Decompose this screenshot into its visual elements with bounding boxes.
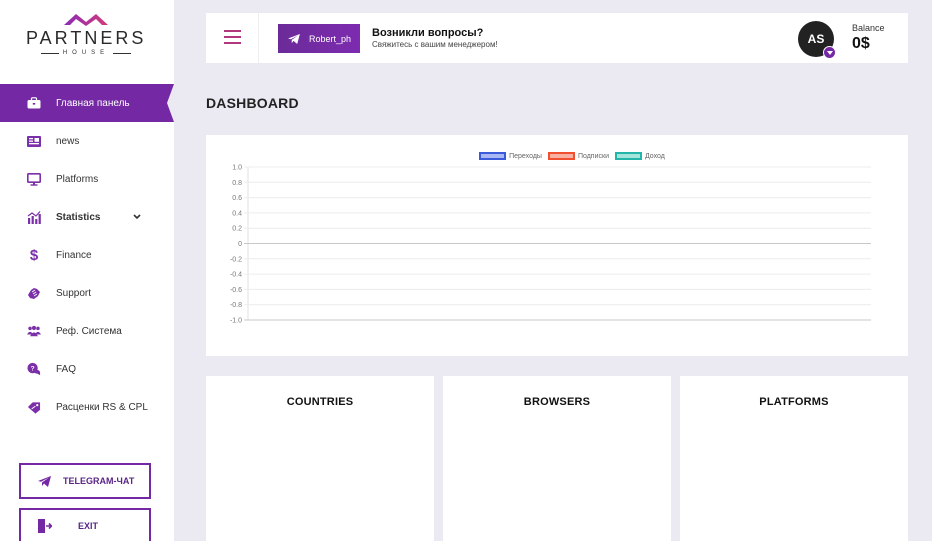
line-chart: 1.0 0.8 0.6 0.4 0.2 0 -0.2 -0.4 -0.6 -0.8 -1.0 — [230, 165, 871, 325]
sidebar-item-label: Platforms — [56, 173, 99, 185]
sidebar-item-label: Расценки RS & CPL — [56, 401, 148, 413]
y-tick-label: 1.0 — [232, 165, 242, 172]
browsers-card: BROWSERS — [443, 376, 671, 541]
roof-logo-icon — [64, 14, 108, 26]
sidebar-item-label: Statistics — [56, 211, 101, 223]
y-tick-label: 0.4 — [232, 210, 242, 217]
telegram-icon — [38, 475, 51, 487]
y-tick-label: -0.2 — [230, 256, 242, 263]
newspaper-icon — [27, 134, 41, 148]
sidebar-item-label: Support — [56, 287, 92, 299]
telegram-chat-label: TELEGRAM-ЧАТ — [63, 476, 135, 486]
logo-brand: PARTNERS — [26, 28, 147, 48]
sidebar-item-label: FAQ — [56, 363, 77, 375]
sidebar-item-label: news — [56, 135, 80, 147]
sidebar-item-label: Реф. Система — [56, 325, 122, 337]
y-tick-label: 0.2 — [232, 226, 242, 233]
y-tick-label: 0.8 — [232, 180, 242, 187]
page-title: DASHBOARD — [206, 95, 299, 111]
countries-card: COUNTRIES — [206, 376, 434, 541]
questions-title: Возникли вопросы? — [372, 27, 484, 39]
sidebar-item-finance[interactable]: $ Finance — [0, 236, 174, 274]
price-tag-icon — [27, 400, 41, 414]
sidebar-item-support[interactable]: Support — [0, 274, 174, 312]
svg-text:?: ? — [31, 365, 35, 372]
sidebar-item-faq[interactable]: ? FAQ — [0, 350, 174, 388]
telegram-manager-button[interactable]: Robert_ph — [278, 24, 360, 53]
header-divider — [258, 13, 259, 63]
y-tick-label: 0 — [238, 241, 242, 248]
monitor-icon — [27, 172, 41, 186]
users-icon — [27, 324, 41, 338]
card-title: BROWSERS — [523, 396, 591, 408]
logo-subtitle: HOUSE — [26, 50, 146, 56]
hamburger-menu-icon[interactable] — [224, 30, 241, 44]
questions-subtitle: Свяжитесь с вашим менеджером! — [372, 40, 498, 49]
sidebar-item-referral[interactable]: Реф. Система — [0, 312, 174, 350]
telegram-icon — [288, 33, 300, 44]
chart-icon — [27, 210, 41, 224]
sidebar-item-label: Главная панель — [56, 97, 130, 109]
sidebar: PARTNERS HOUSE Главная панель news Platf… — [0, 0, 174, 541]
y-tick-label: -0.4 — [230, 272, 242, 279]
telegram-chat-button[interactable]: TELEGRAM-ЧАТ — [19, 463, 151, 499]
card-title: COUNTRIES — [286, 396, 354, 408]
y-tick-label: 0.6 — [232, 195, 242, 202]
telegram-manager-name: Robert_ph — [309, 33, 352, 44]
exit-button[interactable]: EXIT — [19, 508, 151, 541]
sidebar-item-news[interactable]: news — [0, 122, 174, 160]
y-tick-label: -0.6 — [230, 287, 242, 294]
balance-label: Balance — [852, 23, 885, 33]
stats-chart-card: Переходы Подписки Доход 1.0 0.8 0.6 0.4 0.2 0… — [206, 135, 908, 356]
exit-door-icon — [38, 519, 52, 533]
sidebar-item-platforms[interactable]: Platforms — [0, 160, 174, 198]
sidebar-item-label: Finance — [56, 249, 92, 261]
briefcase-icon — [27, 96, 41, 110]
sidebar-item-pricing[interactable]: Расценки RS & CPL — [0, 388, 174, 426]
sidebar-item-dashboard[interactable]: Главная панель — [0, 84, 174, 122]
question-chat-icon: ? — [27, 362, 41, 376]
sidebar-nav: Главная панель news Platforms Statistics… — [0, 84, 174, 426]
platforms-card: PLATFORMS — [680, 376, 908, 541]
y-tick-label: -0.8 — [230, 302, 242, 309]
avatar-initials: AS — [807, 32, 825, 46]
balance-value: 0$ — [852, 35, 870, 52]
top-header: Robert_ph Возникли вопросы? Свяжитесь с … — [206, 13, 908, 63]
y-tick-label: -1.0 — [230, 318, 242, 325]
logo[interactable]: PARTNERS HOUSE — [26, 12, 146, 62]
sidebar-item-statistics[interactable]: Statistics — [0, 198, 174, 236]
dollar-icon: $ — [29, 246, 39, 264]
exit-label: EXIT — [78, 521, 99, 531]
card-title: PLATFORMS — [759, 396, 829, 408]
handshake-icon — [27, 286, 41, 300]
user-avatar[interactable]: AS — [798, 21, 836, 59]
avatar-dropdown-icon[interactable] — [823, 46, 836, 59]
chevron-down-icon[interactable] — [133, 213, 141, 222]
